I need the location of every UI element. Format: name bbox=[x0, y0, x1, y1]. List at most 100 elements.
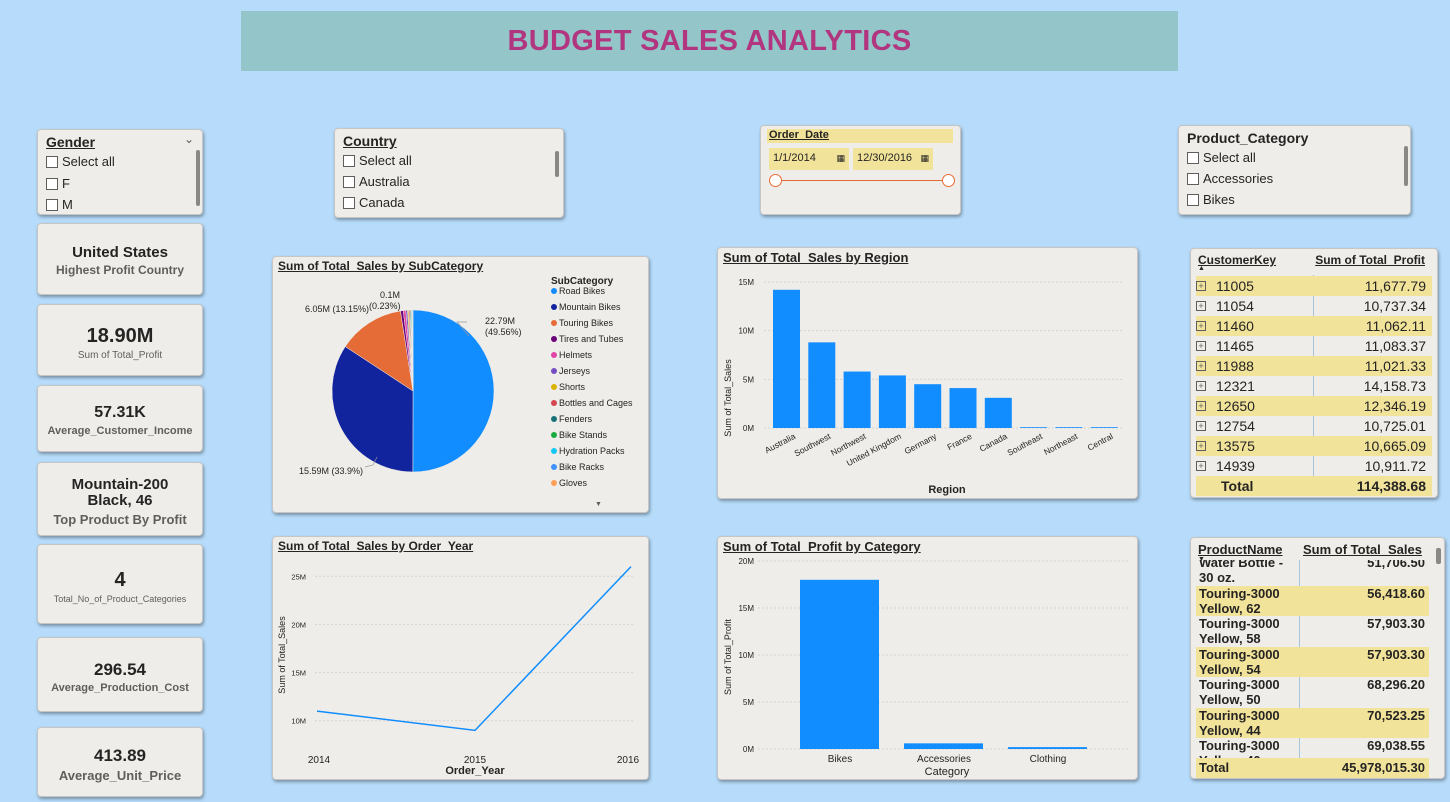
gender-option-f[interactable]: F bbox=[46, 176, 70, 191]
kpi-card-product-categories[interactable]: 4 Total_No_of_Product_Categories bbox=[37, 544, 203, 624]
expand-icon[interactable]: + bbox=[1196, 361, 1206, 371]
gender-option-m[interactable]: M bbox=[46, 197, 73, 212]
legend-item[interactable]: Jerseys bbox=[559, 366, 591, 376]
table-row[interactable]: +12754 10,725.01 bbox=[1196, 416, 1432, 436]
region-bar-chart-panel[interactable]: Sum of Total_Sales by Region Sum of Tota… bbox=[717, 247, 1138, 499]
legend-item[interactable]: Hydration Packs bbox=[559, 446, 625, 456]
order-year-line-chart[interactable]: Sum of Total_Sales Order_Year 10M 15M 20M 2… bbox=[273, 537, 650, 781]
order-date-slicer[interactable]: Order_Date 1/1/2014 ▦ 12/30/2016 ▦ bbox=[760, 125, 961, 215]
kpi-card-avg-production-cost[interactable]: 296.54 Average_Production_Cost bbox=[37, 637, 203, 712]
scrollbar[interactable] bbox=[1436, 548, 1441, 564]
gender-option-select-all[interactable]: Select all bbox=[46, 154, 115, 169]
table-row[interactable]: Touring-3000 Yellow, 54 57,903.30 bbox=[1196, 646, 1429, 677]
checkbox[interactable] bbox=[46, 198, 58, 211]
bar[interactable] bbox=[878, 375, 906, 428]
legend-item[interactable]: Touring Bikes bbox=[559, 318, 614, 328]
pie-slice-road-bikes[interactable] bbox=[412, 309, 495, 473]
category-option-bikes[interactable]: Bikes bbox=[1187, 192, 1235, 207]
legend-item[interactable]: Gloves bbox=[559, 478, 588, 488]
date-range-end-handle[interactable] bbox=[942, 174, 955, 187]
expand-icon[interactable]: + bbox=[1196, 441, 1206, 451]
expand-icon[interactable]: + bbox=[1196, 401, 1206, 411]
category-option-accessories[interactable]: Accessories bbox=[1187, 171, 1273, 186]
column-header-total-sales[interactable]: Sum of Total_Sales bbox=[1303, 542, 1422, 557]
bar[interactable] bbox=[808, 342, 836, 428]
pie-chart[interactable]: 22.79M (49.56%) 15.59M (33.9%) 6.05M (13… bbox=[273, 257, 650, 514]
customer-profit-table[interactable]: CustomerKey ▲ Sum of Total_Profit +11005… bbox=[1190, 248, 1438, 498]
checkbox[interactable] bbox=[343, 175, 355, 188]
legend-item[interactable]: Bike Racks bbox=[559, 462, 605, 472]
table-row[interactable]: +11054 10,737.34 bbox=[1196, 296, 1432, 316]
country-option-australia[interactable]: Australia bbox=[343, 174, 410, 189]
table-row[interactable]: +14939 10,911.72 bbox=[1196, 456, 1432, 476]
legend-item[interactable]: Helmets bbox=[559, 350, 593, 360]
table-row[interactable]: Water Bottle - 30 oz. 51,706.50 bbox=[1196, 560, 1429, 585]
region-bar-chart[interactable]: Sum of Total_Sales Region 0M 5M 10M 15M Aus… bbox=[718, 248, 1139, 500]
table-row[interactable]: Touring-3000 Yellow, 58 57,903.30 bbox=[1196, 616, 1429, 646]
country-option-select-all[interactable]: Select all bbox=[343, 153, 412, 168]
table-row[interactable]: Touring-3000 Yellow, 50 68,296.20 bbox=[1196, 677, 1429, 707]
table-row[interactable]: +13575 10,665.09 bbox=[1196, 436, 1432, 456]
checkbox[interactable] bbox=[343, 154, 355, 167]
checkbox[interactable] bbox=[1187, 193, 1199, 206]
bar[interactable] bbox=[773, 289, 800, 428]
expand-icon[interactable]: + bbox=[1196, 381, 1206, 391]
table-row[interactable]: Touring-3000 Yellow, 62 56,418.60 bbox=[1196, 585, 1429, 616]
table-row[interactable]: Touring-3000 Yellow, 44 70,523.25 bbox=[1196, 707, 1429, 738]
calendar-icon[interactable]: ▦ bbox=[920, 153, 929, 164]
bar[interactable] bbox=[800, 579, 879, 749]
legend-item[interactable]: Mountain Bikes bbox=[559, 302, 621, 312]
checkbox[interactable] bbox=[46, 177, 58, 190]
legend-item[interactable]: Shorts bbox=[559, 382, 586, 392]
expand-icon[interactable]: + bbox=[1196, 281, 1206, 291]
kpi-card-highest-profit-country[interactable]: United States Highest Profit Country bbox=[37, 223, 203, 295]
bar[interactable] bbox=[1090, 427, 1118, 428]
legend-item[interactable]: Road Bikes bbox=[559, 286, 606, 296]
calendar-icon[interactable]: ▦ bbox=[836, 153, 845, 164]
legend-item[interactable]: Bottles and Cages bbox=[559, 398, 633, 408]
bar[interactable] bbox=[1008, 747, 1087, 749]
category-option-select-all[interactable]: Select all bbox=[1187, 150, 1256, 165]
category-profit-bar-chart[interactable]: Sum of Total_Profit Category 0M 5M 10M 15M 2… bbox=[718, 537, 1139, 781]
table-row[interactable]: +11988 11,021.33 bbox=[1196, 356, 1432, 376]
start-date-input[interactable]: 1/1/2014 ▦ bbox=[769, 148, 849, 170]
series-line[interactable] bbox=[316, 566, 632, 732]
gender-slicer[interactable]: Gender ⌄ Select all F M bbox=[37, 129, 203, 215]
expand-icon[interactable]: + bbox=[1196, 461, 1206, 471]
kpi-card-avg-unit-price[interactable]: 413.89 Average_Unit_Price bbox=[37, 727, 203, 797]
table-row[interactable]: +12321 14,158.73 bbox=[1196, 376, 1432, 396]
bar[interactable] bbox=[1020, 427, 1048, 428]
bar[interactable] bbox=[984, 397, 1012, 428]
product-category-slicer[interactable]: Product_Category Select all Accessories … bbox=[1178, 125, 1411, 215]
kpi-card-avg-customer-income[interactable]: 57.31K Average_Customer_Income bbox=[37, 385, 203, 452]
table-row[interactable]: +11460 11,062.11 bbox=[1196, 316, 1432, 336]
checkbox[interactable] bbox=[1187, 172, 1199, 185]
date-range-start-handle[interactable] bbox=[769, 174, 782, 187]
table-row[interactable]: +11005 11,677.79 bbox=[1196, 276, 1432, 296]
pie-chart-panel[interactable]: Sum of Total_Sales by SubCategory 22.79M… bbox=[272, 256, 649, 513]
table-row[interactable]: +11465 11,083.37 bbox=[1196, 336, 1432, 356]
country-slicer[interactable]: Country Select all Australia Canada bbox=[334, 128, 564, 218]
bar[interactable] bbox=[1055, 427, 1083, 428]
legend-item[interactable]: Bike Stands bbox=[559, 430, 608, 440]
order-year-line-chart-panel[interactable]: Sum of Total_Sales by Order_Year Sum of … bbox=[272, 536, 649, 780]
category-profit-bar-chart-panel[interactable]: Sum of Total_Profit by Category Sum of T… bbox=[717, 536, 1138, 780]
expand-icon[interactable]: + bbox=[1196, 301, 1206, 311]
column-header-productname[interactable]: ProductName bbox=[1198, 542, 1283, 557]
kpi-card-top-product[interactable]: Mountain-200 Black, 46 Top Product By Pr… bbox=[37, 462, 203, 536]
scrollbar[interactable] bbox=[1404, 146, 1408, 186]
expand-icon[interactable]: + bbox=[1196, 321, 1206, 331]
country-option-canada[interactable]: Canada bbox=[343, 195, 405, 210]
column-header-total-profit[interactable]: Sum of Total_Profit bbox=[1315, 253, 1425, 267]
checkbox[interactable] bbox=[343, 196, 355, 209]
kpi-card-total-profit[interactable]: 18.90M Sum of Total_Profit bbox=[37, 304, 203, 376]
table-row[interactable]: +12650 12,346.19 bbox=[1196, 396, 1432, 416]
checkbox[interactable] bbox=[46, 155, 58, 168]
legend-item[interactable]: Fenders bbox=[559, 414, 593, 424]
scrollbar[interactable] bbox=[196, 150, 200, 206]
table-row[interactable]: Touring-3000 Yellow, 40 69,038.55 bbox=[1196, 738, 1429, 758]
product-sales-table[interactable]: ProductName ▼ Sum of Total_Sales Water B… bbox=[1190, 537, 1445, 779]
scrollbar[interactable] bbox=[555, 151, 559, 177]
chevron-down-icon[interactable]: ⌄ bbox=[184, 132, 194, 146]
bar[interactable] bbox=[843, 371, 871, 428]
